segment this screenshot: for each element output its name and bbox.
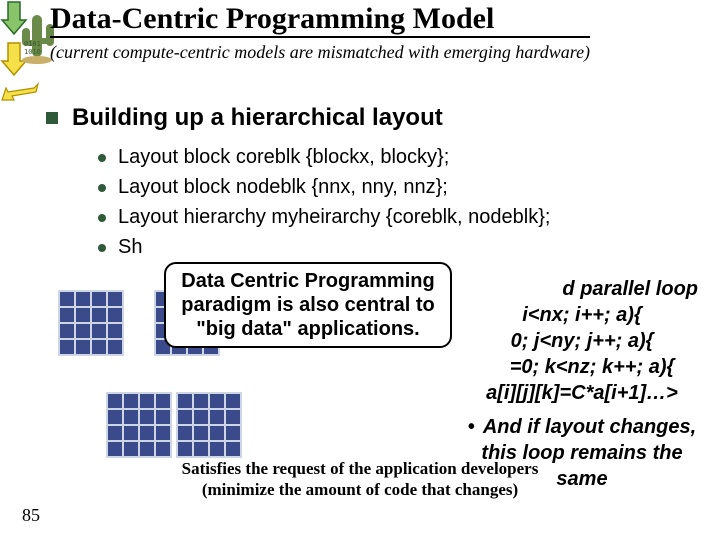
grid-block [176,392,242,458]
grid-block [58,290,124,356]
list-item: Sh [98,234,550,261]
code-line: =0; k<nz; k++; a){ [460,354,704,380]
code-line: 0; j<ny; j++; a){ [460,328,704,354]
section-heading-text: Building up a hierarchical layout [72,104,443,132]
code-line: a[i][j][k]=C*a[i+1]…> [460,380,704,406]
footer-line-1: Satisfies the request of the application… [0,458,720,479]
slide-title: Data-Centric Programming Model [18,2,710,36]
bullet-dot-icon [98,244,106,252]
callout-box: Data Centric Programming paradigm is als… [164,262,452,348]
bullet-dot-icon [98,214,106,222]
list-item: Layout block coreblk {blockx, blocky}; [98,144,550,171]
footer-caption: Satisfies the request of the application… [0,458,720,501]
code-line: Sh [118,234,142,261]
code-line: Layout hierarchy myheirarchy {coreblk, n… [118,204,550,231]
grid-block [106,392,172,458]
title-block: Data-Centric Programming Model (current … [18,2,710,63]
section-heading: Building up a hierarchical layout [46,104,443,132]
bullet-dot-icon [98,154,106,162]
code-line: Layout block nodeblk {nnx, nny, nnz}; [118,174,448,201]
list-item: Layout block nodeblk {nnx, nny, nnz}; [98,174,550,201]
slide-subtitle: (current compute-centric models are mism… [50,42,710,63]
callout-text: Data Centric Programming paradigm is als… [172,269,444,341]
square-bullet-icon [46,112,58,124]
slide: 0101 1010 Data-Centric Programming Model… [0,0,720,540]
code-line: i<nx; i++; a){ [460,302,704,328]
page-number: 85 [22,505,40,526]
title-underline [50,36,590,38]
code-line: Layout block coreblk {blockx, blocky}; [118,144,449,171]
code-list: Layout block coreblk {blockx, blocky}; L… [98,144,550,264]
parallel-loop-fragment: d parallel loop [460,276,704,302]
list-item: Layout hierarchy myheirarchy {coreblk, n… [98,204,550,231]
bullet-dot-icon [98,184,106,192]
footer-line-2: (minimize the amount of code that change… [0,479,720,500]
